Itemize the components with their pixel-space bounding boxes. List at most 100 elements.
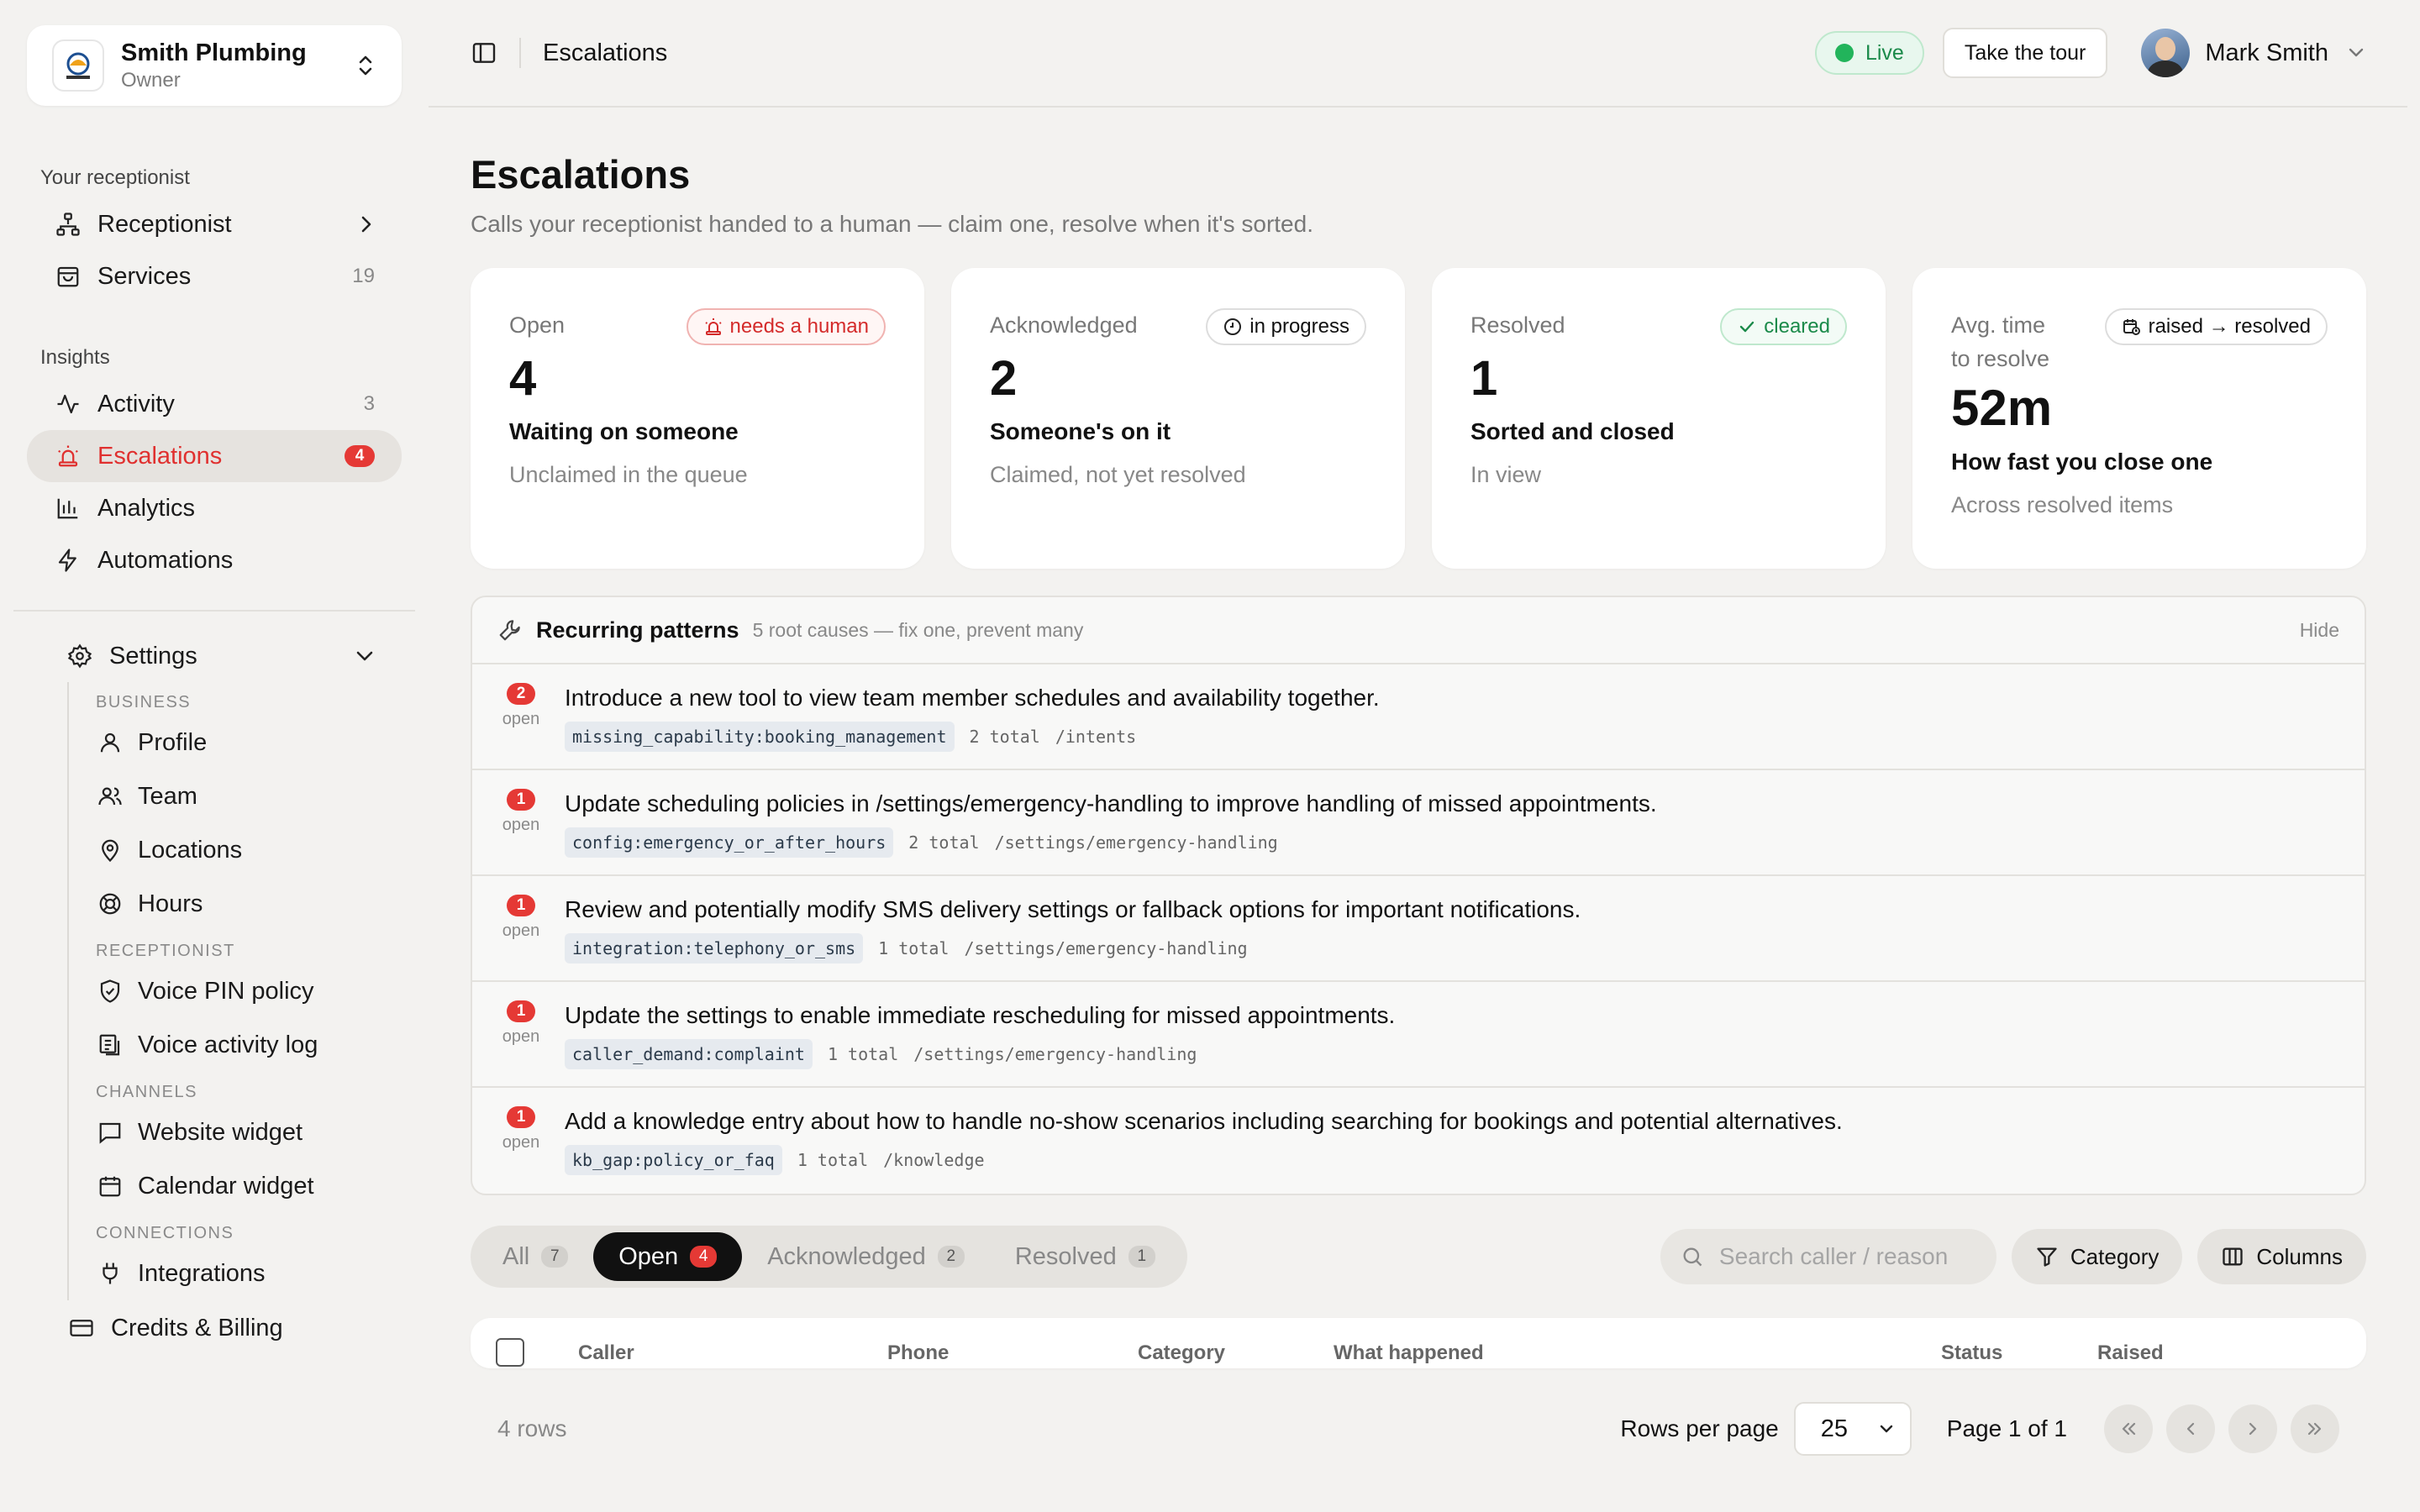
- filter-funnel-icon: [2035, 1245, 2059, 1268]
- clock-circle-icon: [1223, 317, 1243, 337]
- org-name: Smith Plumbing: [121, 39, 307, 66]
- siren-icon: [54, 442, 82, 470]
- nav-services[interactable]: Services 19: [27, 250, 402, 302]
- nav-label: Integrations: [138, 1259, 266, 1287]
- pattern-text: Introduce a new tool to view team member…: [565, 685, 1380, 711]
- group-label-receptionist: RECEPTIONIST: [96, 942, 235, 960]
- nav-label: Profile: [138, 728, 208, 756]
- pattern-row[interactable]: 1 open Update scheduling policies in /set…: [472, 770, 2365, 876]
- nav-calendar-widget[interactable]: Calendar widget: [96, 1159, 402, 1213]
- take-tour-button[interactable]: Take the tour: [1942, 28, 2108, 78]
- open-label: open: [502, 1133, 540, 1152]
- nav-profile[interactable]: Profile: [96, 716, 402, 769]
- column-header-category[interactable]: Category: [1138, 1341, 1225, 1365]
- pattern-path-link[interactable]: /settings/emergency-handling: [995, 832, 1278, 853]
- nav-escalations[interactable]: Escalations 4: [27, 430, 402, 482]
- columns-button[interactable]: Columns: [2197, 1229, 2366, 1284]
- open-count-badge: 1: [507, 1000, 535, 1022]
- tab-resolved[interactable]: Resolved 1: [990, 1232, 1181, 1281]
- tab-count: 7: [541, 1246, 569, 1268]
- nav-voice-pin-policy[interactable]: Voice PIN policy: [96, 964, 402, 1018]
- nav-team[interactable]: Team: [96, 769, 402, 823]
- hide-patterns-button[interactable]: Hide: [2300, 619, 2339, 642]
- nav-label: Hours: [138, 890, 203, 917]
- card-title: Waiting on someone: [509, 418, 739, 444]
- chevrons-left-icon: [2122, 1422, 2136, 1436]
- user-icon: [96, 728, 124, 757]
- org-switcher[interactable]: Smith Plumbing Owner: [27, 25, 402, 106]
- tab-acknowledged[interactable]: Acknowledged 2: [742, 1232, 990, 1281]
- pattern-path-link[interactable]: /settings/emergency-handling: [964, 938, 1247, 958]
- stat-card-resolved: Resolved cleared 1 Sorted and closed In …: [1432, 268, 1886, 569]
- last-page-button[interactable]: [2291, 1404, 2339, 1453]
- nav-automations[interactable]: Automations: [27, 534, 402, 586]
- pagination-controls: [2091, 1404, 2339, 1453]
- filter-bar: All 7 Open 4 Acknowledged 2 Resolved 1 Categ…: [471, 1226, 2366, 1288]
- pattern-path-link[interactable]: /settings/emergency-handling: [913, 1044, 1197, 1064]
- card-value: 52m: [1951, 380, 2053, 436]
- rows-per-page-select[interactable]: 25: [1793, 1402, 1912, 1456]
- column-header-phone[interactable]: Phone: [887, 1341, 949, 1365]
- nav-credits-billing[interactable]: Credits & Billing: [27, 1302, 402, 1354]
- pattern-path-link[interactable]: /knowledge: [883, 1150, 984, 1170]
- open-label: open: [502, 710, 540, 728]
- live-status-badge[interactable]: Live: [1814, 31, 1924, 75]
- nav-receptionist[interactable]: Receptionist: [27, 198, 402, 250]
- column-header-what-happened[interactable]: What happened: [1334, 1341, 1484, 1365]
- badge-label: in progress: [1249, 315, 1349, 338]
- nav-label: Escalations: [97, 442, 223, 470]
- section-label-insights: Insights: [40, 346, 110, 369]
- live-label: Live: [1865, 40, 1904, 65]
- group-label-channels: CHANNELS: [96, 1083, 197, 1101]
- pattern-code: missing_capability:booking_management: [565, 722, 955, 752]
- prev-page-button[interactable]: [2166, 1404, 2215, 1453]
- search-input[interactable]: [1718, 1243, 1988, 1270]
- nav-integrations[interactable]: Integrations: [96, 1247, 402, 1300]
- rows-per-page-value: 25: [1820, 1415, 1849, 1442]
- nav-activity[interactable]: Activity 3: [27, 378, 402, 430]
- group-label-connections: CONNECTIONS: [96, 1224, 234, 1242]
- org-role: Owner: [121, 68, 181, 92]
- column-header-status[interactable]: Status: [1941, 1341, 2002, 1365]
- company-logo-icon: [52, 39, 104, 92]
- open-label: open: [502, 921, 540, 940]
- pattern-code: config:emergency_or_after_hours: [565, 827, 894, 858]
- nav-label: Receptionist: [97, 210, 232, 238]
- card-title: How fast you close one: [1951, 449, 2213, 475]
- chevron-down-icon: [355, 648, 375, 664]
- top-bar: Escalations Live Take the tour Mark Smit…: [429, 0, 2407, 108]
- tab-label: All: [502, 1242, 530, 1270]
- pattern-text: Review and potentially modify SMS delive…: [565, 896, 1581, 922]
- stat-card-acknowledged: Acknowledged in progress 2 Someone's on …: [951, 268, 1405, 569]
- column-header-raised[interactable]: Raised: [2097, 1341, 2164, 1365]
- tab-open[interactable]: Open 4: [593, 1232, 743, 1281]
- tab-count: 1: [1128, 1246, 1155, 1268]
- card-description: Across resolved items: [1951, 492, 2174, 517]
- tab-all[interactable]: All 7: [477, 1232, 593, 1281]
- pattern-row[interactable]: 1 open Add a knowledge entry about how to…: [472, 1088, 2365, 1194]
- nav-voice-activity-log[interactable]: Voice activity log: [96, 1018, 402, 1072]
- next-page-button[interactable]: [2228, 1404, 2277, 1453]
- first-page-button[interactable]: [2104, 1404, 2153, 1453]
- user-menu[interactable]: Mark Smith: [2141, 29, 2365, 77]
- pattern-row[interactable]: 1 open Update the settings to enable imme…: [472, 982, 2365, 1088]
- pattern-text: Update scheduling policies in /settings/…: [565, 790, 1657, 816]
- open-label: open: [502, 1027, 540, 1046]
- sidebar-toggle-icon[interactable]: [471, 39, 497, 66]
- nav-analytics[interactable]: Analytics: [27, 482, 402, 534]
- chevron-down-icon: [2347, 46, 2365, 60]
- nav-hours[interactable]: Hours: [96, 877, 402, 931]
- chevron-up-down-icon: [355, 52, 376, 79]
- pattern-row[interactable]: 1 open Review and potentially modify SMS …: [472, 876, 2365, 982]
- category-filter-button[interactable]: Category: [2011, 1229, 2183, 1284]
- nav-settings[interactable]: Settings: [27, 630, 402, 682]
- column-header-caller[interactable]: Caller: [578, 1341, 634, 1365]
- pattern-row[interactable]: 2 open Introduce a new tool to view team …: [472, 664, 2365, 770]
- pattern-path-link[interactable]: /intents: [1055, 727, 1136, 747]
- nav-website-widget[interactable]: Website widget: [96, 1105, 402, 1159]
- nav-label: Website widget: [138, 1118, 303, 1146]
- org-chart-icon: [54, 210, 82, 239]
- open-count-badge: 1: [507, 895, 535, 916]
- select-all-checkbox[interactable]: [496, 1338, 524, 1367]
- nav-locations[interactable]: Locations: [96, 823, 402, 877]
